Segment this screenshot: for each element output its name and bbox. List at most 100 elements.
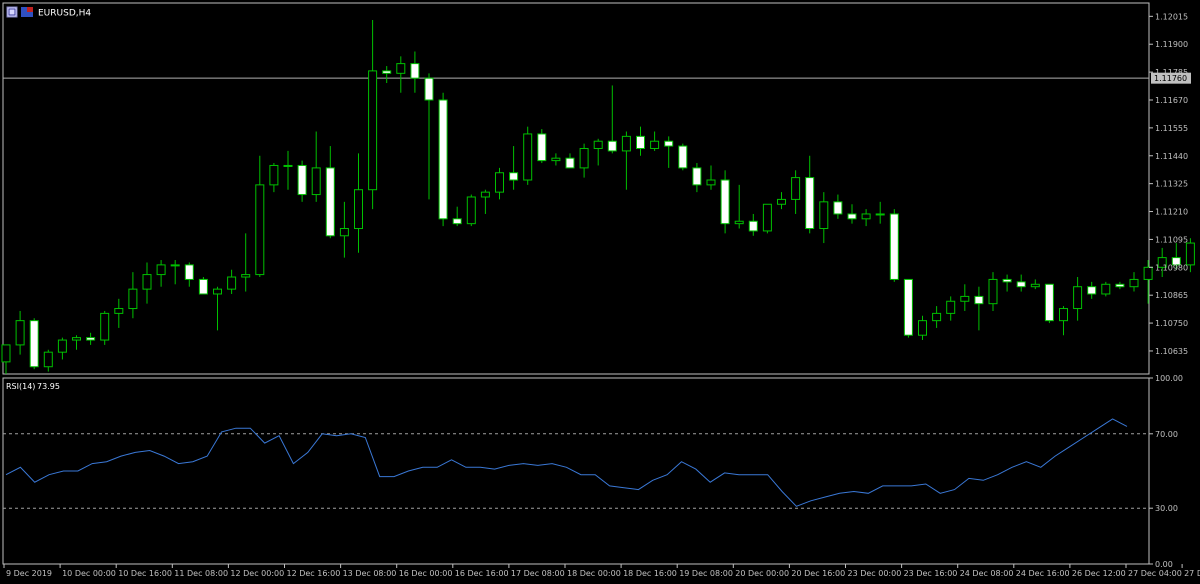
candle-body-bear [664, 140, 674, 147]
price-tick-label: 1.11555 [1155, 124, 1188, 133]
candle-body-bull [1185, 242, 1195, 266]
time-tick-label: 10 Dec 16:00 [118, 569, 172, 578]
candle-body-bull [466, 196, 476, 225]
candle-body-bear [833, 201, 843, 215]
candle [678, 143, 688, 171]
symbol-title: EURUSD,H4 [38, 9, 91, 19]
flag-icon [21, 7, 33, 17]
time-tick-label: 24 Dec 08:00 [960, 569, 1014, 578]
candle-body-bull [1073, 286, 1083, 310]
rsi-tick-label: 0.00 [1155, 560, 1173, 569]
candle [1044, 283, 1054, 324]
candle-body-bear [565, 157, 575, 169]
time-tick-label: 10 Dec 00:00 [62, 569, 116, 578]
candle-body-bull [1101, 283, 1111, 295]
candle-body-bear [438, 99, 448, 220]
candle [762, 203, 772, 234]
candle-body-bear [1016, 281, 1026, 288]
candle-body-bull [777, 198, 786, 205]
candle-body-bull [72, 337, 81, 341]
time-tick-label: 24 Dec 16:00 [1016, 569, 1070, 578]
candle-body-bear [1115, 283, 1125, 288]
candle-body-bear [607, 140, 617, 152]
candle-body-bull [255, 184, 265, 276]
candle-body-bear [903, 278, 913, 336]
candle-body-bull [791, 177, 801, 200]
time-tick-label: 16 Dec 16:00 [455, 569, 509, 578]
time-tick-label: 27 Dec 20:00 [1184, 569, 1200, 578]
candle-body-bear [29, 320, 39, 368]
rsi-indicator-name: RSI(14) [6, 382, 35, 391]
candle-body-bull [156, 264, 166, 276]
candle-body-bull [734, 220, 744, 225]
rsi-tick-label: 100.00 [1155, 374, 1183, 383]
candle-body-bull [100, 312, 110, 341]
candle-body-bull [170, 264, 180, 267]
candle-body-bull [480, 191, 490, 198]
candle [523, 126, 533, 185]
current-price-value: 1.11760 [1154, 74, 1187, 83]
candle-body-bear [198, 278, 208, 295]
time-tick-label: 19 Dec 08:00 [679, 569, 733, 578]
time-tick-label: 23 Dec 16:00 [904, 569, 958, 578]
candle-body-bull [1, 344, 11, 363]
price-tick-label: 1.11095 [1155, 235, 1188, 244]
candle-body-bull [339, 228, 349, 237]
candle-body-bull [269, 164, 279, 186]
price-tick-label: 1.10750 [1155, 319, 1188, 328]
price-tick-label: 1.11440 [1155, 152, 1188, 161]
candle-body-bull [142, 274, 152, 290]
candle-body-bear [1002, 278, 1012, 283]
candle-body-bear [184, 264, 194, 280]
candle-body-bear [748, 220, 758, 232]
candle [903, 278, 913, 338]
price-tick-label: 1.11900 [1155, 40, 1188, 49]
candle-body-bull [227, 276, 237, 290]
window-restore-icon[interactable] [6, 6, 18, 18]
candle-body-bear [720, 179, 730, 225]
candle [29, 318, 39, 370]
price-tick-label: 1.10980 [1155, 263, 1188, 272]
candle [1101, 281, 1111, 297]
candle-body-bear [1087, 286, 1097, 295]
candle-body-bull [593, 140, 603, 149]
candle-body-bear [410, 63, 420, 79]
candle [438, 92, 448, 227]
candle-body-bull [57, 339, 67, 353]
candle-body-bear [692, 167, 702, 186]
price-tick-label: 1.11325 [1155, 180, 1188, 189]
candle-body-bull [241, 274, 251, 278]
candle-body-bull [1059, 308, 1068, 322]
candle-body-bear [889, 213, 899, 280]
candle-body-bull [1030, 283, 1040, 288]
time-tick-label: 18 Dec 16:00 [623, 569, 677, 578]
candle-body-bull [15, 320, 25, 346]
candle-body-bull [932, 312, 942, 322]
price-tick-label: 1.11210 [1155, 208, 1188, 217]
rsi-tick-label: 30.00 [1155, 504, 1178, 513]
candle-body-bear [678, 145, 688, 169]
candle-body-bear [847, 213, 857, 220]
price-tick-label: 1.10635 [1155, 347, 1188, 356]
candle-body-bear [452, 218, 462, 225]
candle-body-bull [213, 288, 222, 295]
candle-body-bull [114, 308, 124, 314]
candle-body-bull [283, 164, 293, 167]
time-tick-label: 18 Dec 00:00 [567, 569, 621, 578]
candle-body-bull [368, 70, 378, 191]
candle-body-bull [621, 135, 631, 152]
candle-body-bull [311, 167, 321, 196]
candle-body-bull [396, 63, 406, 74]
trading-chart[interactable]: 1.120151.119001.117851.116701.115551.114… [0, 0, 1200, 584]
candle-body-bull [861, 213, 871, 220]
time-tick-label: 13 Dec 08:00 [343, 569, 397, 578]
candle-body-bull [946, 300, 956, 314]
candle-body-bull [819, 201, 829, 230]
candle-body-bull [354, 189, 363, 230]
rsi-value: 73.95 [37, 382, 60, 391]
price-tick-label: 1.10865 [1155, 291, 1188, 300]
current-price-tag: 1.11760 [1151, 72, 1191, 84]
candle [889, 209, 899, 282]
candle-body-bear [325, 167, 335, 237]
price-tick-label: 1.11670 [1155, 96, 1188, 105]
